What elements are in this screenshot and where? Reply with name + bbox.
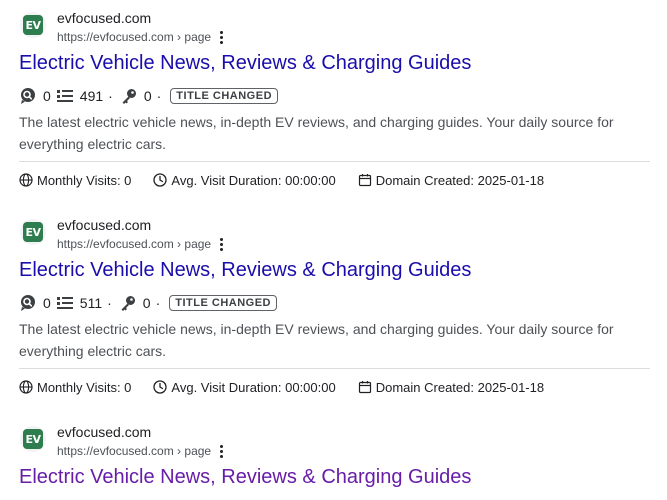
search-result: EV evfocused.com https://evfocused.com ›… [0, 0, 667, 206]
key-icon [119, 294, 137, 312]
calendar-icon [358, 174, 371, 187]
site-name[interactable]: evfocused.com [57, 217, 151, 233]
domain-created: Domain Created: 2025-01-18 [358, 380, 544, 395]
separator-dot: · [107, 295, 112, 311]
domain-created-label: Domain Created: 2025-01-18 [375, 172, 545, 188]
globe-icon [19, 173, 33, 187]
separator-dot: · [108, 88, 113, 104]
title-changed-badge: TITLE CHANGED [169, 295, 277, 311]
result-snippet: The latest electric vehicle news, in-dep… [19, 321, 614, 359]
monthly-visits: Monthly Visits: 0 [19, 380, 131, 395]
site-stats: Monthly Visits: 0 Avg. Visit Duration: 0… [19, 378, 544, 396]
site-favicon[interactable]: EV [20, 219, 46, 245]
monthly-visits: Monthly Visits: 0 [19, 173, 131, 188]
word-count: 491 [79, 88, 104, 104]
search-result: EV evfocused.com https://evfocused.com ›… [0, 207, 667, 413]
more-vert-icon[interactable] [214, 442, 228, 460]
favicon-logo: EV [23, 222, 43, 242]
result-metrics: 0 491 · 0 · TITLE CHANGED [19, 86, 279, 106]
favicon-logo: EV [23, 429, 43, 449]
separator-dot: · [156, 88, 162, 104]
result-title-link[interactable]: Electric Vehicle News, Reviews & Chargin… [19, 259, 471, 282]
globe-icon [19, 380, 33, 394]
site-url[interactable]: https://evfocused.com › page [57, 444, 211, 458]
result-title-link[interactable]: Electric Vehicle News, Reviews & Chargin… [19, 466, 471, 489]
avg-visit-duration: Avg. Visit Duration: 00:00:00 [153, 172, 336, 188]
domain-created-label: Domain Created: 2025-01-18 [375, 379, 545, 395]
list-icon [56, 294, 74, 312]
divider [19, 161, 650, 162]
separator-dot: · [155, 295, 161, 311]
site-url[interactable]: https://evfocused.com › page [57, 30, 211, 44]
divider [19, 368, 650, 369]
title-changed-badge: TITLE CHANGED [170, 88, 279, 104]
avg-visit-duration: Avg. Visit Duration: 00:00:00 [153, 379, 336, 395]
clock-icon [153, 380, 168, 394]
comments-count: 0 [43, 88, 51, 104]
site-favicon[interactable]: EV [20, 12, 46, 38]
more-vert-icon[interactable] [214, 235, 228, 253]
keyword-count: 0 [143, 88, 152, 104]
avg-visit-duration-label: Avg. Visit Duration: 00:00:00 [171, 172, 336, 188]
monthly-visits-label: Monthly Visits: 0 [37, 379, 132, 395]
clock-icon [153, 173, 168, 187]
keyword-count: 0 [142, 295, 151, 311]
domain-created: Domain Created: 2025-01-18 [358, 173, 544, 188]
monthly-visits-label: Monthly Visits: 0 [37, 172, 132, 188]
site-name[interactable]: evfocused.com [57, 10, 151, 26]
site-stats: Monthly Visits: 0 Avg. Visit Duration: 0… [19, 171, 544, 189]
comments-count: 0 [43, 295, 51, 311]
avg-visit-duration-label: Avg. Visit Duration: 00:00:00 [171, 379, 336, 395]
calendar-icon [358, 381, 371, 394]
site-url[interactable]: https://evfocused.com › page [57, 237, 211, 251]
more-vert-icon[interactable] [214, 28, 228, 46]
search-result: EV evfocused.com https://evfocused.com ›… [0, 414, 667, 500]
search-bubble-icon [19, 87, 37, 105]
search-bubble-icon [19, 294, 37, 312]
favicon-logo: EV [23, 15, 43, 35]
site-favicon[interactable]: EV [20, 426, 46, 452]
key-icon [120, 87, 138, 105]
word-count: 511 [79, 295, 103, 311]
list-icon [56, 87, 74, 105]
result-metrics: 0 511 · 0 · TITLE CHANGED [19, 293, 277, 313]
site-name[interactable]: evfocused.com [57, 424, 151, 440]
result-title-link[interactable]: Electric Vehicle News, Reviews & Chargin… [19, 52, 471, 75]
result-snippet: The latest electric vehicle news, in-dep… [19, 114, 614, 152]
